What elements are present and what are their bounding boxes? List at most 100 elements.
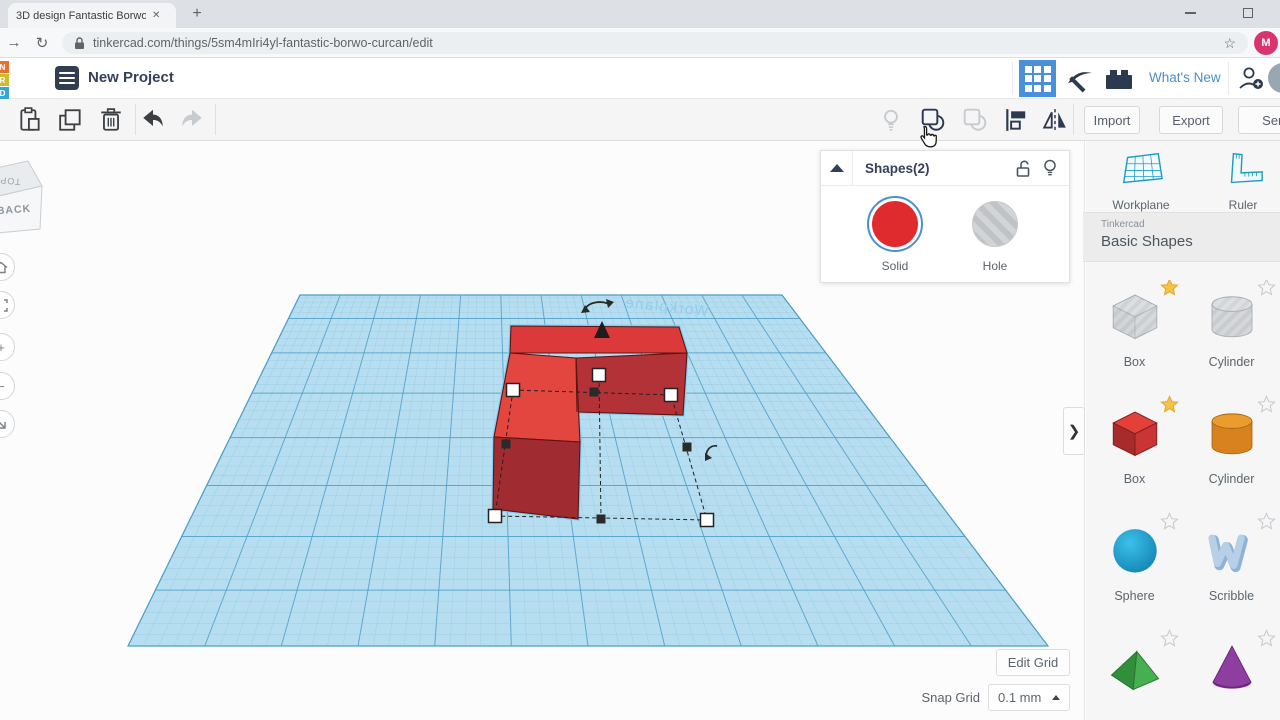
panel-collapse-button[interactable] [821, 150, 853, 186]
import-button[interactable]: Import [1084, 106, 1140, 134]
ungroup-icon-disabled[interactable] [962, 107, 988, 133]
cone-purple-icon [1211, 645, 1252, 689]
snap-grid-label: Snap Grid [921, 690, 980, 705]
browser-address-bar: → ↻ tinkercad.com/things/5sm4mIri4yl-fan… [0, 28, 1280, 58]
view-cube-back-label: BACK [0, 203, 32, 217]
shape-item-cylinder-striped[interactable]: Cylinder [1192, 280, 1276, 397]
shape-label: Sphere [1114, 589, 1155, 603]
unlock-icon[interactable] [1016, 160, 1031, 177]
ruler-tool-icon [1230, 152, 1263, 184]
snap-grid-dropdown[interactable]: 0.1 mm [988, 684, 1070, 711]
window-minimize-button[interactable] [1170, 0, 1210, 26]
design-menu-icon[interactable] [55, 66, 79, 90]
redo-icon-disabled[interactable] [179, 107, 205, 133]
bookmark-star-icon[interactable]: ☆ [1223, 35, 1236, 52]
mirror-flip-icon[interactable] [1042, 107, 1068, 133]
url-field[interactable]: tinkercad.com/things/5sm4mIri4yl-fantast… [62, 32, 1248, 54]
sphere-icon [1112, 529, 1157, 573]
shape-label: Cylinder [1208, 472, 1255, 486]
project-title[interactable]: New Project [88, 69, 174, 86]
caret-up-icon [1052, 695, 1060, 700]
window-restore-button[interactable] [1228, 0, 1268, 26]
box-striped-icon [1111, 294, 1158, 340]
delete-trash-icon[interactable] [98, 107, 124, 133]
edit-grid-button[interactable]: Edit Grid [996, 649, 1070, 676]
visibility-bulb-icon[interactable] [1043, 159, 1057, 178]
view-cube[interactable]: TOP BACK [0, 160, 43, 234]
favorite-star-icon[interactable] [1159, 511, 1179, 536]
shape-library-sidebar: Workplane Ruler Tinkercad Basic Shapes B… [1083, 141, 1280, 720]
hole-label: Hole [982, 259, 1008, 273]
shape-item-roof-green[interactable] [1095, 628, 1179, 720]
shape-item-scribble[interactable]: Scribble [1192, 511, 1276, 631]
forward-icon[interactable]: → [0, 34, 28, 51]
solid-swatch-selected[interactable] [867, 196, 923, 252]
shape-item-cone-purple[interactable] [1192, 628, 1276, 720]
shape-item-box-striped[interactable]: Box [1095, 280, 1179, 397]
shape-label: Scribble [1208, 589, 1255, 603]
shapes-inspector-panel: Shapes(2) Solid Hole [820, 150, 1070, 283]
shape-item-cylinder-orange[interactable]: Cylinder [1192, 394, 1276, 514]
3d-design-mode-button[interactable] [1019, 60, 1056, 97]
favorite-star-icon[interactable] [1159, 394, 1179, 419]
tab-close-icon[interactable]: ✕ [152, 10, 160, 21]
reload-icon[interactable]: ↻ [28, 34, 56, 52]
edit-toolbar: Import Export Send T [0, 99, 1280, 141]
solid-label: Solid [881, 259, 909, 273]
shape-category-dropdown[interactable]: Tinkercad Basic Shapes [1083, 212, 1280, 262]
new-tab-button[interactable]: + [186, 5, 208, 23]
align-icon[interactable] [1003, 107, 1029, 133]
favorite-star-icon[interactable] [1159, 280, 1179, 302]
invite-person-icon[interactable] [1238, 66, 1266, 92]
paste-icon[interactable] [17, 107, 43, 133]
triangle-up-icon [829, 164, 844, 172]
tinkercad-logo[interactable]: N R D [0, 61, 9, 100]
export-button[interactable]: Export [1159, 106, 1223, 134]
snap-grid-value: 0.1 mm [998, 690, 1042, 705]
minecraft-pickaxe-icon[interactable] [1063, 66, 1095, 94]
shape-item-sphere[interactable]: Sphere [1095, 511, 1179, 631]
show-all-bulb-icon-disabled[interactable] [878, 107, 904, 133]
undo-icon[interactable] [140, 107, 166, 133]
shape-label: Cylinder [1208, 355, 1255, 369]
shape-gallery: Box Cylinder Box Cylinder Sphere Scribble [1086, 280, 1280, 720]
favorite-star-icon[interactable] [1159, 628, 1179, 653]
ruler-tool[interactable]: Ruler [1198, 149, 1280, 212]
tinkercad-header: N R D New Project What's New [0, 58, 1280, 99]
hole-swatch[interactable] [967, 196, 1023, 252]
url-text: tinkercad.com/things/5sm4mIri4yl-fantast… [93, 36, 433, 50]
send-to-button[interactable]: Send T [1238, 106, 1280, 134]
shapes-panel-header: Shapes(2) [821, 150, 1069, 186]
workplane-tool[interactable]: Workplane [1096, 149, 1186, 212]
duplicate-icon[interactable] [58, 107, 84, 133]
solid-color-circle [872, 201, 918, 247]
scribble-icon [1207, 534, 1248, 573]
shape-item-box-red[interactable]: Box [1095, 394, 1179, 514]
cylinder-orange-icon [1211, 413, 1252, 455]
lock-icon [75, 36, 84, 49]
category-kicker: Tinkercad [1101, 219, 1145, 230]
browser-avatar[interactable]: M [1254, 31, 1278, 55]
user-avatar[interactable] [1268, 63, 1280, 93]
cylinder-striped-icon [1211, 296, 1252, 338]
workplane-tool-icon [1122, 152, 1163, 184]
favorite-star-icon[interactable] [1256, 280, 1276, 302]
shapes-panel-title: Shapes(2) [865, 160, 930, 176]
sidebar-collapse-chevron[interactable]: ❯ [1063, 407, 1085, 455]
favorite-star-icon[interactable] [1256, 511, 1276, 536]
box-red-icon [1111, 411, 1158, 457]
browser-tab[interactable]: 3D design Fantastic Borwo-Curca ✕ [8, 3, 176, 28]
hole-striped-circle [972, 201, 1018, 247]
whats-new-link[interactable]: What's New [1149, 70, 1221, 85]
browser-tab-strip: 3D design Fantastic Borwo-Curca ✕ + [0, 0, 1280, 28]
view-cube-top-label: TOP [0, 175, 21, 187]
roof-green-icon [1110, 650, 1159, 691]
shape-label: Box [1123, 355, 1146, 369]
favorite-star-icon[interactable] [1256, 628, 1276, 653]
lego-brick-icon[interactable] [1104, 68, 1134, 90]
shapes-panel-body: Solid Hole [821, 186, 1069, 273]
mouse-hand-cursor [920, 125, 937, 148]
tab-title: 3D design Fantastic Borwo-Curca [16, 9, 146, 22]
shape-label: Box [1123, 472, 1146, 486]
favorite-star-icon[interactable] [1256, 394, 1276, 419]
